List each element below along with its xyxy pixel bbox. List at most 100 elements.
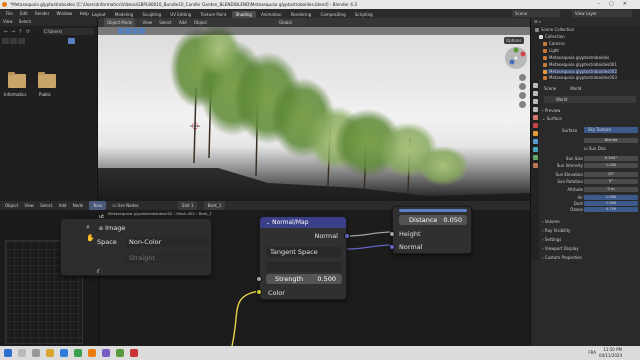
- image-texture-node[interactable]: e Image Space Non-Color Straight r ut: [60, 214, 212, 276]
- tab-compositing[interactable]: Compositing: [317, 11, 350, 18]
- strength-field[interactable]: Strength 0.500: [266, 274, 342, 284]
- ozone-field[interactable]: 4.759: [584, 207, 638, 212]
- menu-render[interactable]: Render: [35, 11, 49, 16]
- tab-modeling[interactable]: Modeling: [111, 11, 137, 18]
- viewport-menu-select[interactable]: Select: [159, 20, 171, 25]
- pan-hand-icon[interactable]: [519, 83, 526, 90]
- funnel-filter-icon[interactable]: [67, 38, 75, 44]
- hand-icon[interactable]: ✋: [86, 234, 95, 242]
- outliner-item-selected[interactable]: Metasequoia glyptostroboides002: [543, 69, 617, 74]
- transform-orientation-dropdown[interactable]: Global: [276, 19, 306, 26]
- lasso-select-icon[interactable]: [132, 28, 138, 34]
- world-selector[interactable]: World: [544, 96, 636, 103]
- normal-output-socket[interactable]: [344, 233, 350, 239]
- chrome-browser-icon[interactable]: [74, 349, 82, 357]
- normal-input-socket[interactable]: [389, 244, 395, 250]
- viewport-options-button[interactable]: Options: [504, 37, 524, 44]
- sun-intensity-field[interactable]: 1.000: [584, 163, 638, 168]
- menu-edit[interactable]: Edit: [20, 11, 28, 16]
- viewport-menu-add[interactable]: Add: [179, 20, 187, 25]
- scene-tab-icon[interactable]: [532, 115, 538, 120]
- select-tool-icon[interactable]: [118, 28, 124, 34]
- tab-sculpting[interactable]: Sculpting: [138, 11, 165, 18]
- section-volume[interactable]: › Volume: [542, 219, 640, 225]
- app-icon[interactable]: [116, 349, 124, 357]
- outliner-scene-collection[interactable]: Scene Collection: [535, 27, 574, 32]
- tab-uv-editing[interactable]: UV Editing: [166, 11, 195, 18]
- section-surface[interactable]: ⌄ Surface: [542, 116, 640, 122]
- circle-select-icon[interactable]: [139, 28, 145, 34]
- section-custom-properties[interactable]: › Custom Properties: [542, 255, 640, 261]
- world-tab-icon[interactable]: [532, 123, 538, 128]
- sort-icon[interactable]: [10, 38, 17, 44]
- filter-icon[interactable]: [18, 38, 25, 44]
- view-layer-selector[interactable]: View Layer: [572, 10, 632, 17]
- scene-selector[interactable]: Scene: [512, 10, 560, 17]
- distance-field[interactable]: Distance 0.050: [399, 215, 467, 225]
- section-ray-visibility[interactable]: › Ray Visibility: [542, 228, 640, 234]
- sun-rotation-field[interactable]: 0°: [584, 179, 638, 184]
- tab-layout[interactable]: Layout: [88, 11, 110, 18]
- outliner-item[interactable]: Metasequoia glyptostroboides: [543, 55, 609, 60]
- uv-map-field[interactable]: [266, 262, 342, 272]
- search-icon[interactable]: ⌕: [86, 223, 90, 232]
- parent-dir-icon[interactable]: ↑: [18, 28, 22, 36]
- normal-map-node[interactable]: ⌄ Normal/Map Normal Tangent Space Streng…: [256, 216, 350, 300]
- sun-size-field[interactable]: 0.545°: [584, 156, 638, 161]
- air-field[interactable]: 1.000: [584, 195, 638, 200]
- strength-input-socket[interactable]: [256, 276, 262, 282]
- forward-arrow-icon[interactable]: →: [11, 28, 15, 36]
- material-tab-icon[interactable]: [532, 163, 538, 168]
- tab-shading[interactable]: Shading: [231, 11, 256, 18]
- sun-disc-checkbox[interactable]: ☑ Sun Disc: [584, 146, 606, 151]
- back-arrow-icon[interactable]: ←: [4, 28, 8, 36]
- language-indicator[interactable]: FRA: [588, 350, 596, 355]
- box-select-icon[interactable]: [125, 28, 131, 34]
- viewport-menu-view[interactable]: View: [142, 20, 152, 25]
- path-field[interactable]: C:\Users\: [42, 28, 94, 35]
- windows-start-icon[interactable]: [4, 349, 12, 357]
- task-view-icon[interactable]: [32, 349, 40, 357]
- display-mode-icon[interactable]: [2, 38, 9, 44]
- object-tab-icon[interactable]: [532, 131, 538, 136]
- alpha-mode-dropdown[interactable]: Straight: [125, 253, 209, 263]
- folder-icon[interactable]: [38, 72, 56, 88]
- viewport-menu-object[interactable]: Object: [194, 20, 207, 25]
- file-explorer-icon[interactable]: [46, 349, 54, 357]
- menu-file[interactable]: File: [6, 11, 13, 16]
- edge-browser-icon[interactable]: [60, 349, 68, 357]
- dust-field[interactable]: 1.000: [584, 201, 638, 206]
- color-input-socket[interactable]: [256, 289, 262, 295]
- app-icon[interactable]: [102, 349, 110, 357]
- tab-texture-paint[interactable]: Texture Paint: [197, 11, 231, 18]
- sky-type-dropdown[interactable]: Nishita: [584, 138, 638, 143]
- space-dropdown[interactable]: Tangent Space: [266, 247, 342, 257]
- shader-node-editor[interactable]: Object View Select Add Node New ☑ Use No…: [0, 201, 530, 346]
- refresh-icon[interactable]: ⟳: [26, 28, 30, 36]
- surface-shader-dropdown[interactable]: Sky Texture: [584, 127, 638, 133]
- bump-node[interactable]: Distance 0.050 Height Normal: [389, 206, 472, 254]
- outliner-item[interactable]: Metasequoia glyptostroboides001: [543, 62, 617, 67]
- outliner-item[interactable]: Collection: [539, 34, 565, 39]
- zoom-icon[interactable]: [519, 74, 526, 81]
- render-tab-icon[interactable]: [532, 91, 538, 96]
- view-layer-tab-icon[interactable]: [532, 107, 538, 112]
- particles-tab-icon[interactable]: [532, 147, 538, 152]
- 3d-viewport[interactable]: Object Mode View Select Add Object Globa…: [98, 18, 530, 201]
- tab-rendering[interactable]: Rendering: [287, 11, 315, 18]
- section-preview[interactable]: › Preview: [542, 108, 640, 114]
- object-mode-dropdown[interactable]: Object Mode: [104, 18, 136, 27]
- altitude-field[interactable]: 0 m: [584, 187, 638, 192]
- output-tab-icon[interactable]: [532, 99, 538, 104]
- section-settings[interactable]: › Settings: [542, 237, 640, 243]
- outliner-item[interactable]: Light: [543, 48, 559, 53]
- folder-label-public[interactable]: Public: [39, 92, 51, 97]
- color-space-dropdown[interactable]: Non-Color: [125, 237, 209, 247]
- camera-view-icon[interactable]: [519, 92, 526, 99]
- folder-label-informatics[interactable]: Informatics: [4, 92, 26, 97]
- tab-scripting[interactable]: Scripting: [351, 11, 377, 18]
- tool-tab-icon[interactable]: [532, 83, 538, 88]
- height-input-socket[interactable]: [389, 231, 395, 237]
- file-browser-menu-select[interactable]: Select: [19, 19, 31, 24]
- tab-animation[interactable]: Animation: [257, 11, 285, 18]
